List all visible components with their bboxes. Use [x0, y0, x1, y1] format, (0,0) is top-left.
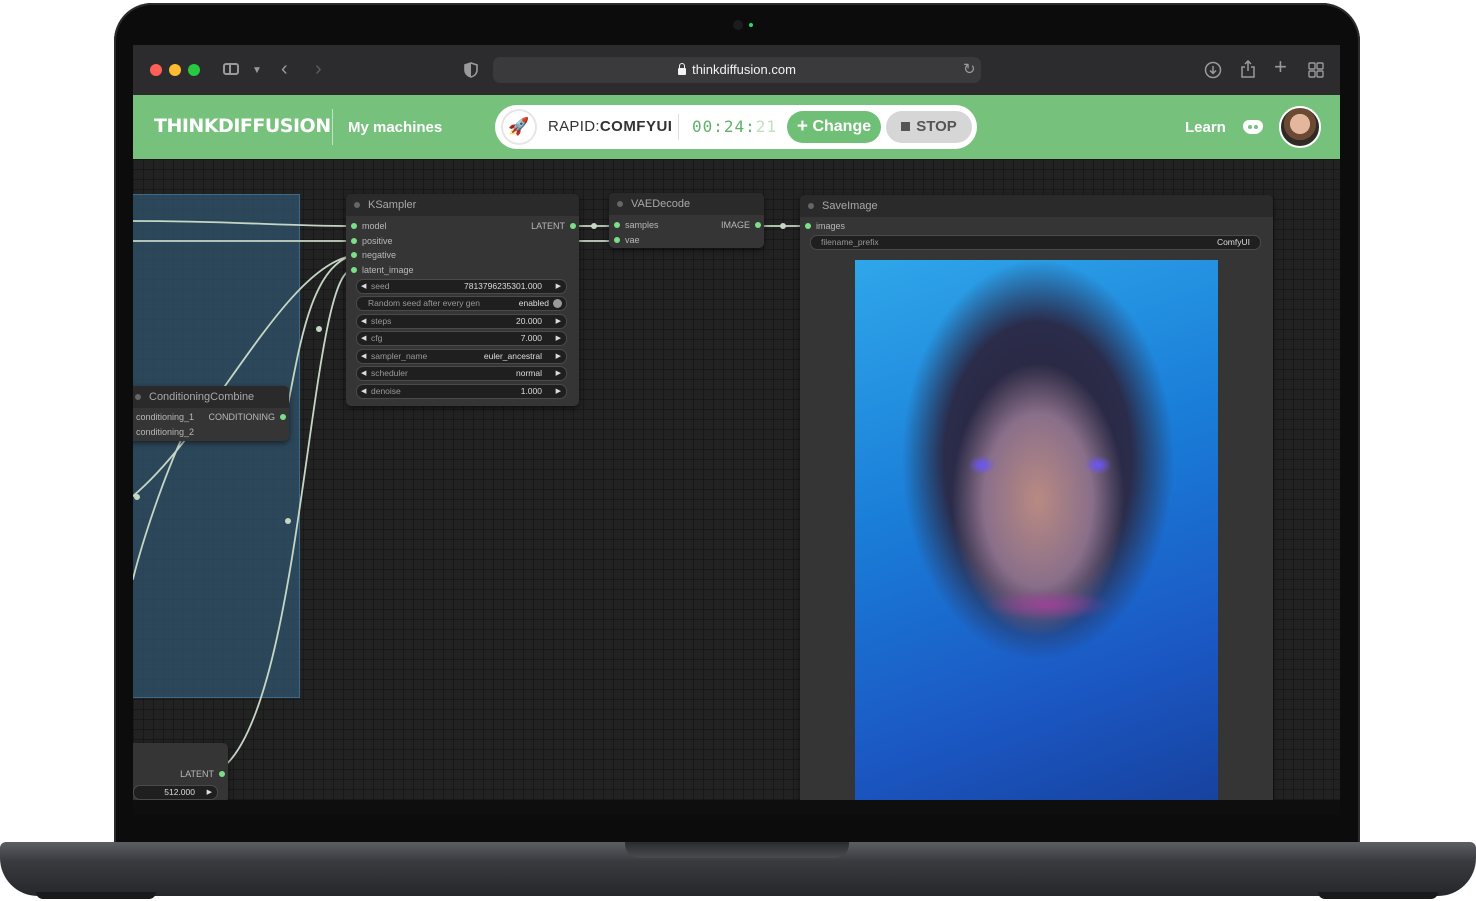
- node-title: VAEDecode: [631, 198, 691, 210]
- address-bar[interactable]: thinkdiffusion.com ↻: [493, 57, 981, 83]
- header-divider: [332, 109, 333, 145]
- scheduler-widget[interactable]: ◀ scheduler normal ▶: [356, 366, 567, 381]
- increment-icon[interactable]: ▶: [556, 315, 561, 328]
- decrement-icon[interactable]: ◀: [361, 385, 366, 398]
- slot-samples[interactable]: samples: [611, 218, 659, 232]
- decrement-icon[interactable]: ◀: [361, 280, 366, 293]
- node-canvas[interactable]: ConditioningCombine conditioning_1 condi…: [133, 159, 1340, 815]
- latent-size-widget[interactable]: 512.000 ▶: [133, 785, 218, 800]
- sidebar-icon[interactable]: [223, 63, 239, 75]
- empty-latent-node[interactable]: LATENT 512.000 ▶: [133, 743, 228, 803]
- close-window-button[interactable]: [150, 64, 162, 76]
- sampler-name-widget[interactable]: ◀ sampler_name euler_ancestral ▶: [356, 349, 567, 364]
- cfg-widget[interactable]: ◀ cfg 7.000 ▶: [356, 331, 567, 346]
- increment-icon[interactable]: ▶: [207, 786, 212, 799]
- conditioning-combine-node[interactable]: ConditioningCombine conditioning_1 condi…: [133, 386, 289, 441]
- camera-led: [749, 23, 753, 27]
- increment-icon[interactable]: ▶: [556, 385, 561, 398]
- slot-positive[interactable]: positive: [348, 234, 393, 248]
- laptop-base-notch: [625, 842, 849, 858]
- decrement-icon[interactable]: ◀: [361, 315, 366, 328]
- decrement-icon[interactable]: ◀: [361, 350, 366, 363]
- wire-latent-image: [217, 269, 352, 772]
- timer-seconds: 21: [755, 117, 778, 136]
- site-header: THINKDIFFUSION My machines 🚀 RAPID:COMFY…: [133, 95, 1340, 159]
- wire-conditioning-in: [133, 430, 186, 580]
- node-title: KSampler: [368, 199, 417, 211]
- session-timer: 00:24:21: [692, 117, 777, 136]
- decrement-icon[interactable]: ◀: [361, 332, 366, 345]
- slot-conditioning-2[interactable]: conditioning_2: [136, 425, 194, 439]
- machine-status-pill: 🚀 RAPID:COMFYUI 00:24:21 + Change STOP: [495, 105, 977, 149]
- vae-decode-node[interactable]: VAEDecode samples vae IMAGE: [609, 193, 764, 248]
- timer-main: 00:24:: [692, 117, 756, 136]
- seed-widget[interactable]: ◀ seed 7813796235301.000 ▶: [356, 279, 567, 294]
- slot-latent-image[interactable]: latent_image: [348, 263, 414, 277]
- slot-images[interactable]: images: [802, 219, 845, 233]
- thinkdiffusion-logo[interactable]: THINKDIFFUSION: [154, 115, 331, 137]
- node-title: ConditioningCombine: [149, 391, 255, 403]
- wire-model: [133, 220, 352, 227]
- node-title: SaveImage: [822, 200, 878, 212]
- slot-conditioning-1[interactable]: conditioning_1: [136, 410, 194, 424]
- generated-image-preview[interactable]: [855, 260, 1218, 801]
- minimize-window-button[interactable]: [169, 64, 181, 76]
- denoise-widget[interactable]: ◀ denoise 1.000 ▶: [356, 384, 567, 399]
- forward-icon[interactable]: ›: [315, 59, 322, 79]
- camera: [733, 20, 743, 30]
- screen: ▼ ‹ › thinkdiffusion.com ↻ + THINKDIFFUS…: [133, 45, 1340, 815]
- pill-divider: [678, 114, 679, 140]
- lock-icon: [678, 63, 687, 75]
- random-seed-toggle[interactable]: Random seed after every gen enabled: [356, 296, 567, 311]
- save-image-node[interactable]: SaveImage images filename_prefix ComfyUI: [800, 195, 1273, 815]
- avatar[interactable]: [1279, 106, 1321, 148]
- plus-icon: +: [796, 116, 808, 137]
- increment-icon[interactable]: ▶: [556, 350, 561, 363]
- slot-negative[interactable]: negative: [348, 248, 396, 262]
- increment-icon[interactable]: ▶: [556, 332, 561, 345]
- my-machines-link[interactable]: My machines: [348, 119, 442, 136]
- change-label: Change: [812, 118, 872, 135]
- screen-bottom-bezel: [133, 800, 1340, 815]
- browser-toolbar: ▼ ‹ › thinkdiffusion.com ↻ +: [133, 45, 1340, 95]
- machine-prefix: RAPID:: [548, 118, 600, 135]
- chevron-down-icon[interactable]: ▼: [252, 63, 262, 79]
- new-tab-icon[interactable]: +: [1274, 56, 1287, 78]
- decrement-icon[interactable]: ◀: [361, 367, 366, 380]
- zoom-window-button[interactable]: [188, 64, 200, 76]
- change-button[interactable]: + Change: [787, 111, 881, 143]
- filename-prefix-widget[interactable]: filename_prefix ComfyUI: [810, 235, 1261, 250]
- shield-icon[interactable]: [464, 62, 478, 82]
- slot-latent-out[interactable]: LATENT: [180, 767, 228, 781]
- toggle-knob[interactable]: [553, 299, 562, 308]
- stop-label: STOP: [916, 118, 957, 135]
- reload-icon[interactable]: ↻: [963, 62, 976, 78]
- discord-icon[interactable]: [1243, 120, 1263, 134]
- laptop-foot-left: [36, 892, 156, 899]
- machine-label: RAPID:COMFYUI: [548, 118, 672, 135]
- learn-link[interactable]: Learn: [1185, 119, 1226, 136]
- laptop-foot-right: [1318, 892, 1438, 899]
- machine-name: COMFYUI: [599, 118, 673, 135]
- increment-icon[interactable]: ▶: [556, 367, 561, 380]
- stop-icon: [901, 122, 911, 131]
- steps-widget[interactable]: ◀ steps 20.000 ▶: [356, 314, 567, 329]
- tab-overview-icon[interactable]: [1308, 62, 1324, 82]
- ksampler-node[interactable]: KSampler model positive negative latent_…: [346, 194, 579, 406]
- url-text: thinkdiffusion.com: [692, 62, 796, 77]
- slot-vae[interactable]: vae: [611, 233, 640, 247]
- slot-conditioning-out[interactable]: CONDITIONING: [209, 410, 290, 424]
- rocket-icon: 🚀: [503, 111, 535, 143]
- stop-button[interactable]: STOP: [886, 111, 972, 143]
- slot-latent-out[interactable]: LATENT: [531, 219, 579, 233]
- download-icon[interactable]: [1204, 61, 1222, 83]
- slot-model[interactable]: model: [348, 219, 387, 233]
- increment-icon[interactable]: ▶: [556, 280, 561, 293]
- share-icon[interactable]: [1240, 59, 1256, 83]
- slot-image-out[interactable]: IMAGE: [721, 218, 764, 232]
- back-icon[interactable]: ‹: [281, 59, 288, 79]
